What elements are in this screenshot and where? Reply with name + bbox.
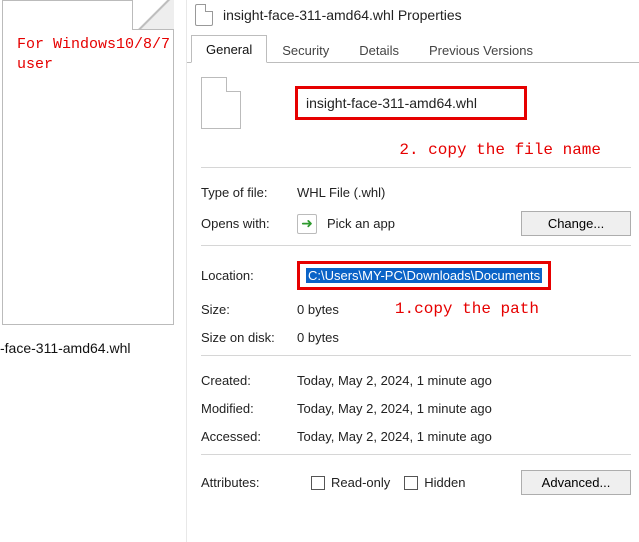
label-size: Size:	[201, 302, 297, 317]
checkbox-hidden-label: Hidden	[424, 475, 465, 490]
label-size-on-disk: Size on disk:	[201, 330, 297, 345]
label-opens-with: Opens with:	[201, 216, 297, 231]
label-accessed: Accessed:	[201, 429, 297, 444]
tab-security[interactable]: Security	[267, 36, 344, 63]
separator	[201, 245, 631, 246]
value-accessed: Today, May 2, 2024, 1 minute ago	[297, 429, 492, 444]
separator	[201, 167, 631, 168]
tab-general[interactable]: General	[191, 35, 267, 63]
value-size: 0 bytes	[297, 302, 339, 317]
location-highlight-box: C:\Users\MY-PC\Downloads\Documents	[297, 261, 551, 290]
window-title: insight-face-311-amd64.whl Properties	[223, 7, 462, 23]
left-pane: For Windows10/8/7 user -face-311-amd64.w…	[0, 0, 174, 542]
separator	[201, 355, 631, 356]
arrow-right-icon: ➜	[297, 214, 317, 234]
checkbox-hidden[interactable]: Hidden	[404, 475, 465, 490]
file-thumbnail: For Windows10/8/7 user	[2, 0, 174, 325]
label-created: Created:	[201, 373, 297, 388]
checkbox-readonly[interactable]: Read-only	[311, 475, 390, 490]
page-fold-icon	[132, 0, 174, 30]
filename-input[interactable]	[306, 95, 516, 111]
advanced-button[interactable]: Advanced...	[521, 470, 631, 495]
tab-previous-versions[interactable]: Previous Versions	[414, 36, 548, 63]
annotation-step2: 2. copy the file name	[201, 139, 631, 163]
separator	[201, 454, 631, 455]
checkbox-readonly-label: Read-only	[331, 475, 390, 490]
value-modified: Today, May 2, 2024, 1 minute ago	[297, 401, 492, 416]
tab-strip: General Security Details Previous Versio…	[187, 34, 639, 63]
tab-details[interactable]: Details	[344, 36, 414, 63]
title-bar: insight-face-311-amd64.whl Properties	[187, 0, 639, 34]
filename-highlight-box	[295, 86, 527, 120]
tab-content-general: 2. copy the file name Type of file: WHL …	[187, 63, 639, 500]
value-created: Today, May 2, 2024, 1 minute ago	[297, 373, 492, 388]
file-caption: -face-311-amd64.whl	[0, 340, 180, 356]
checkbox-icon	[404, 476, 418, 490]
label-modified: Modified:	[201, 401, 297, 416]
label-type-of-file: Type of file:	[201, 185, 297, 200]
file-icon	[195, 4, 213, 26]
value-location[interactable]: C:\Users\MY-PC\Downloads\Documents	[306, 268, 542, 283]
properties-dialog: insight-face-311-amd64.whl Properties Ge…	[186, 0, 639, 542]
value-type-of-file: WHL File (.whl)	[297, 185, 385, 200]
value-size-on-disk: 0 bytes	[297, 330, 339, 345]
annotation-windows-users: For Windows10/8/7 user	[17, 35, 170, 76]
annotation-step1: 1.copy the path	[339, 300, 539, 318]
large-file-icon	[201, 77, 241, 129]
label-location: Location:	[201, 268, 297, 283]
checkbox-icon	[311, 476, 325, 490]
change-button[interactable]: Change...	[521, 211, 631, 236]
label-attributes: Attributes:	[201, 475, 297, 490]
value-opens-with: Pick an app	[327, 216, 395, 231]
